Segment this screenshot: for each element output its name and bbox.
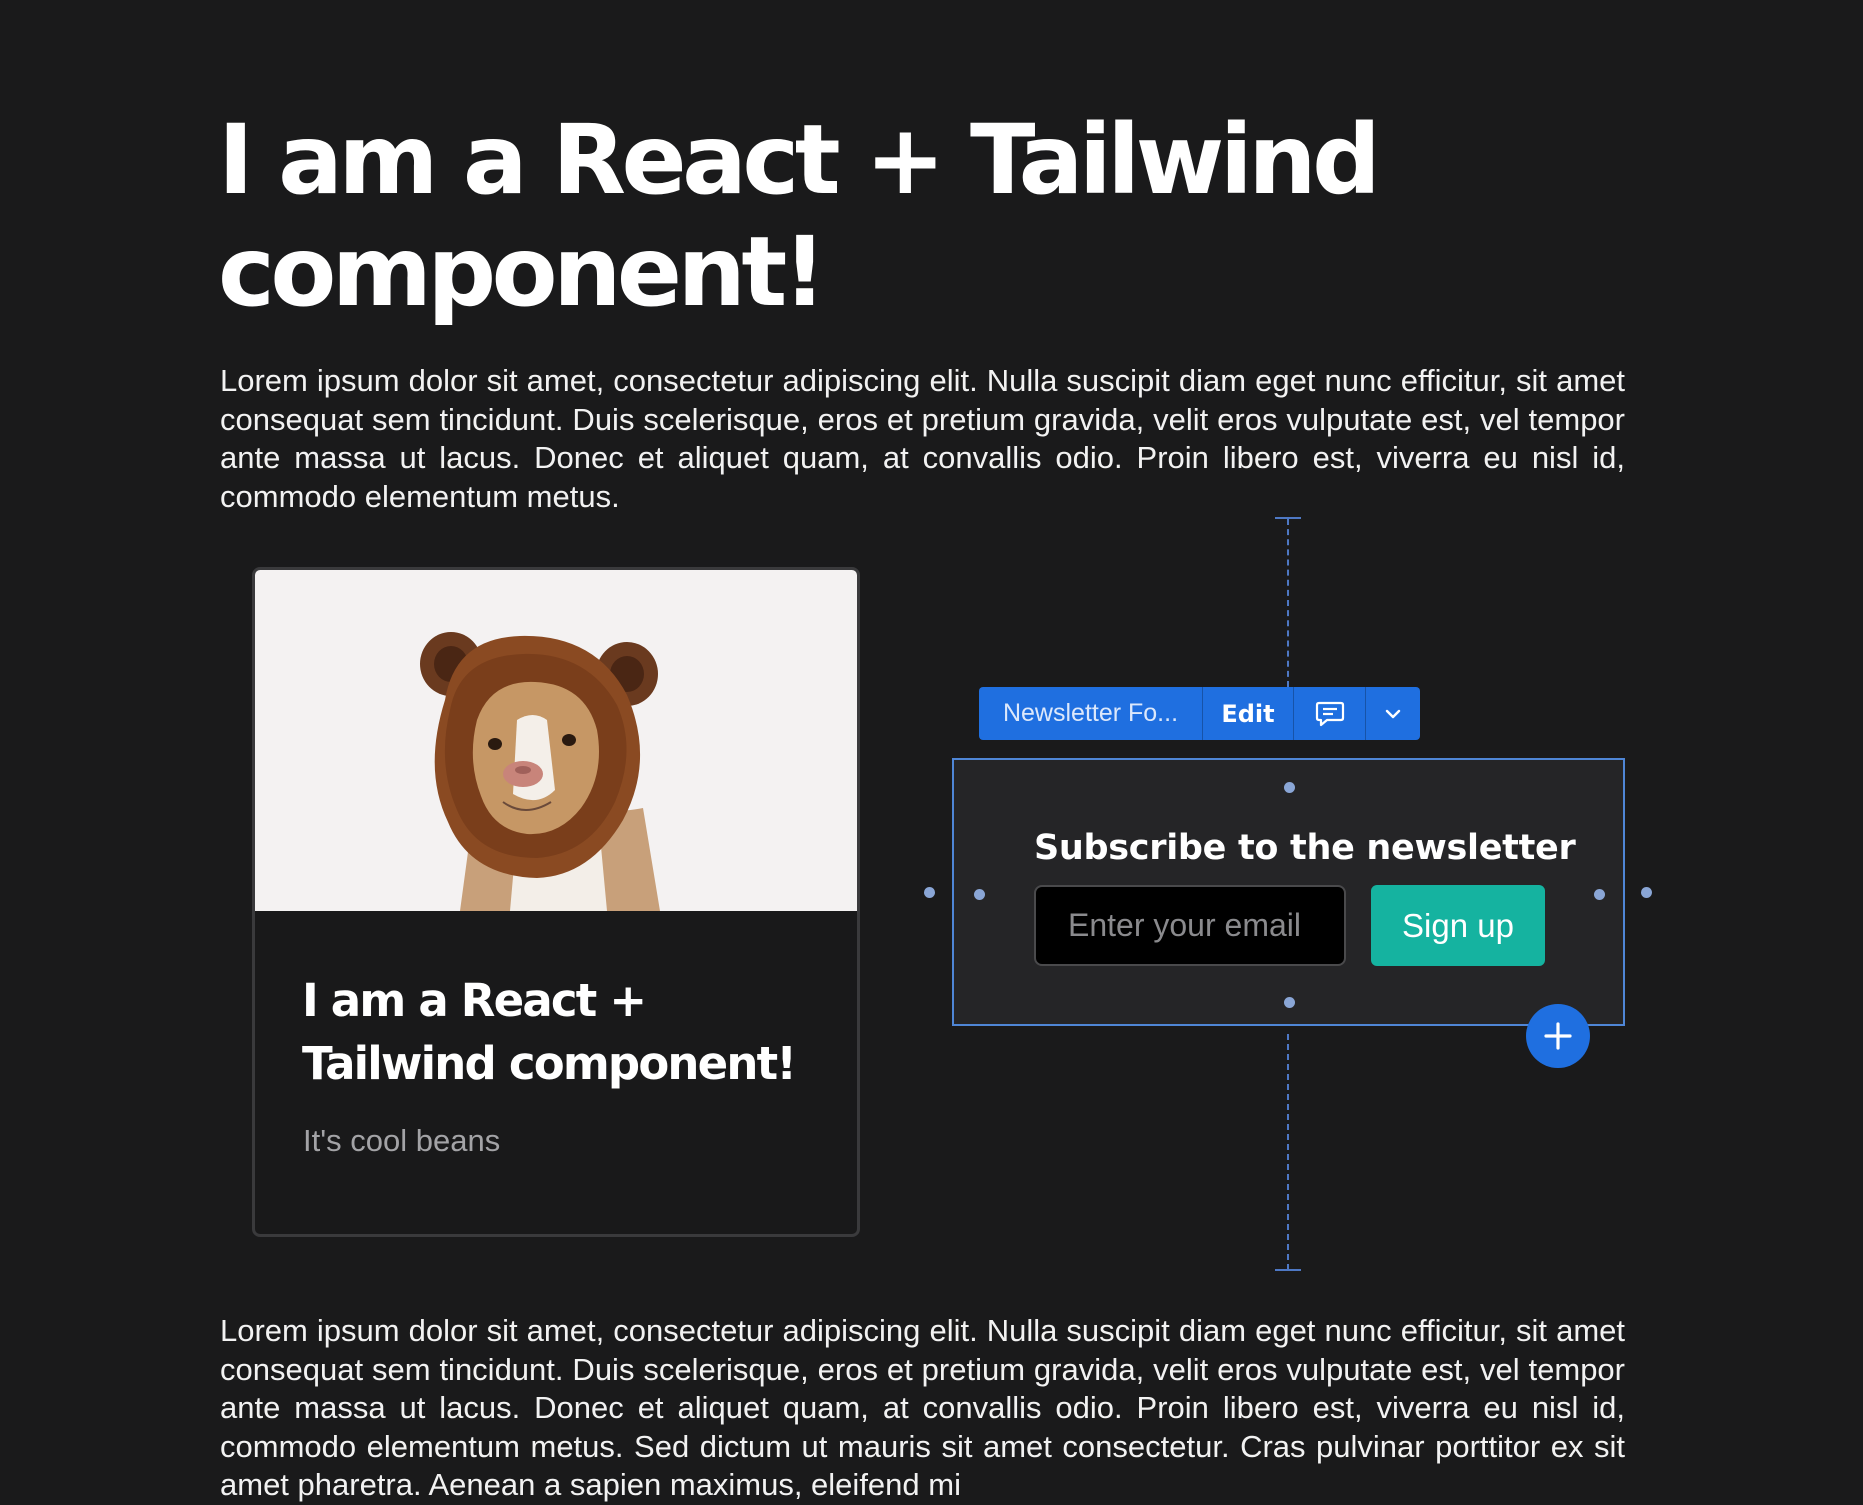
add-component-button[interactable]	[1526, 1004, 1590, 1068]
product-card[interactable]: I am a React + Tailwind component! It's …	[252, 567, 860, 1237]
newsletter-heading: Subscribe to the newsletter	[1034, 828, 1576, 868]
padding-handle-right[interactable]	[1594, 889, 1605, 900]
more-options-button[interactable]	[1366, 687, 1420, 740]
resize-handle-left-outer[interactable]	[924, 887, 935, 898]
guide-bottom-cap	[1275, 1269, 1301, 1271]
dog-in-bear-hat-photo	[420, 632, 660, 911]
padding-handle-left[interactable]	[974, 889, 985, 900]
card-subtitle: It's cool beans	[303, 1123, 501, 1158]
component-toolbar: Newsletter Fo... Edit	[979, 687, 1420, 740]
padding-handle-top[interactable]	[1284, 782, 1295, 793]
resize-handle-right-outer[interactable]	[1641, 887, 1652, 898]
card-image	[255, 570, 857, 911]
padding-handle-bottom[interactable]	[1284, 997, 1295, 1008]
card-title: I am a React + Tailwind component!	[302, 974, 797, 1090]
email-input[interactable]	[1034, 885, 1346, 966]
sign-up-button[interactable]: Sign up	[1371, 885, 1545, 966]
footer-paragraph: Lorem ipsum dolor sit amet, consectetur …	[220, 1313, 1625, 1502]
comment-button[interactable]	[1294, 687, 1366, 740]
plus-icon	[1544, 1022, 1572, 1050]
edit-button[interactable]: Edit	[1203, 687, 1294, 740]
page-title: I am a React + Tailwind component!	[218, 104, 1381, 328]
component-name-label[interactable]: Newsletter Fo...	[979, 687, 1203, 740]
chevron-down-icon	[1385, 709, 1401, 718]
intro-paragraph: Lorem ipsum dolor sit amet, consectetur …	[220, 363, 1625, 514]
vertical-guide-bottom	[1287, 1034, 1289, 1270]
comment-icon	[1315, 701, 1344, 726]
newsletter-form[interactable]: Subscribe to the newsletter Sign up	[952, 758, 1625, 1026]
vertical-guide-top	[1287, 519, 1289, 687]
